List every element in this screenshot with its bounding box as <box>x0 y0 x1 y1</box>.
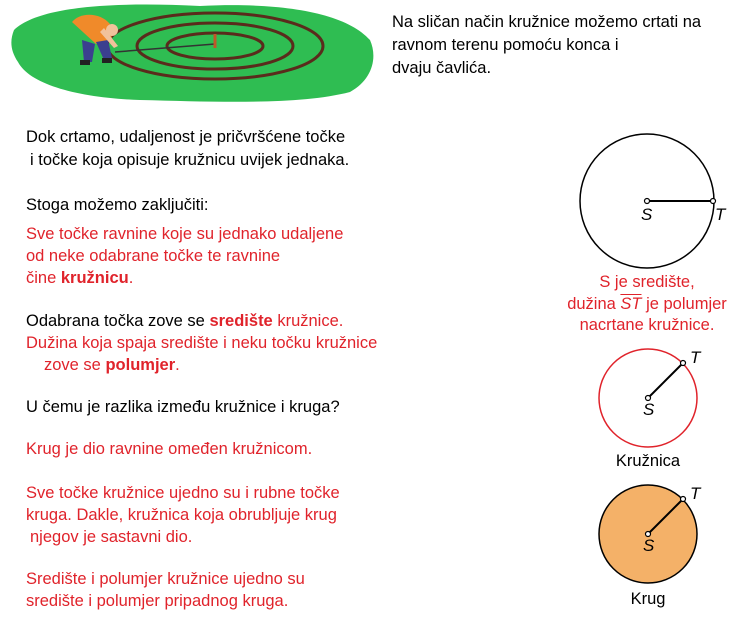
fig1-label-t: T <box>715 205 726 224</box>
fig2-edge-point <box>679 359 687 367</box>
fig1-center-point <box>643 197 651 205</box>
fig1-caption-pre: dužina <box>567 295 621 313</box>
fig1-caption-line-2: dužina ST je polumjer <box>555 294 739 315</box>
fig2-radius <box>647 362 684 399</box>
fig1-caption-segment: ST <box>620 295 642 313</box>
fig1-edge-point <box>709 197 717 205</box>
fig2-label-t: T <box>690 348 701 367</box>
fig2-caption: Kružnica <box>615 452 681 470</box>
fig3-label-t: T <box>690 484 701 503</box>
fig1-caption-post: je polumjer <box>641 295 727 313</box>
fig1-label-s: S <box>641 205 653 224</box>
fig2-label-s: S <box>643 400 655 419</box>
fig3-label-s: S <box>643 536 655 555</box>
fig1-caption-line-1: S je središte, <box>599 273 695 291</box>
fig3-edge-point <box>679 495 687 503</box>
fig1-caption-line-3: nacrtane kružnice. <box>579 316 715 334</box>
fig3-caption: Krug <box>630 590 666 608</box>
